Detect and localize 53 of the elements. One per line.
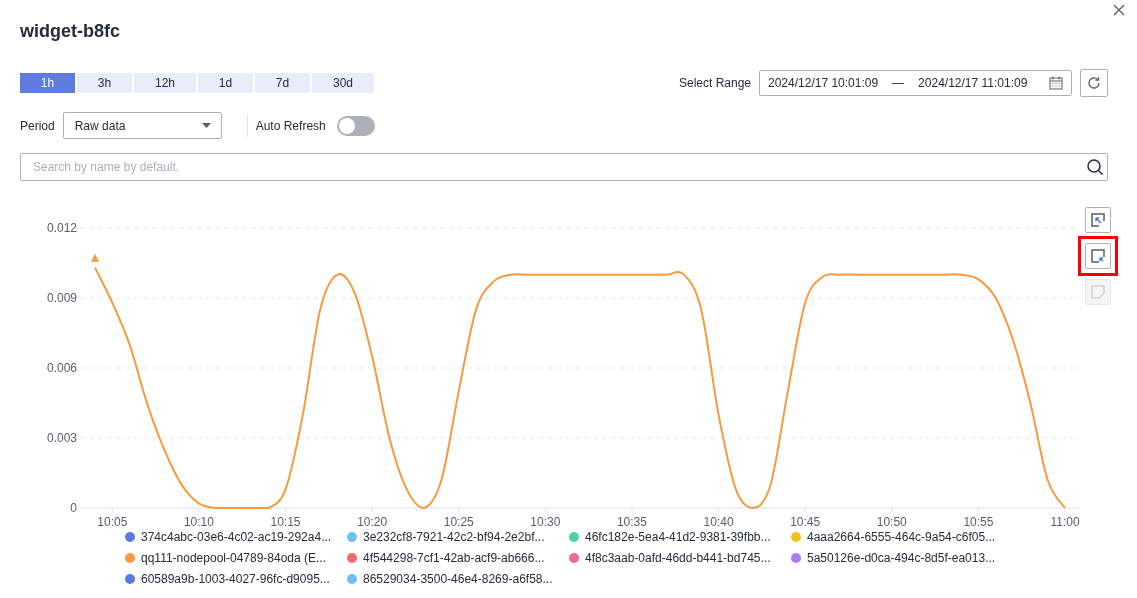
y-axis-label: 0 [70,501,77,515]
range-tab[interactable]: 3h [77,73,132,93]
max-marker-icon [91,253,99,262]
zoom-in-icon [1090,212,1106,228]
legend-label[interactable]: 3e232cf8-7921-42c2-bf94-2e2bf... [363,530,545,544]
close-button[interactable] [1111,2,1127,18]
legend-label[interactable]: 4aaa2664-6555-464c-9a54-c6f05... [807,530,996,544]
x-axis-label: 10:25 [443,515,474,528]
range-tab[interactable]: 30d [312,73,374,93]
x-axis-label: 11:00 [1050,515,1080,528]
x-axis-label: 10:05 [97,515,128,528]
x-axis-label: 10:40 [703,515,734,528]
legend-label[interactable]: 4f8c3aab-0afd-46dd-b441-bd745... [585,551,771,565]
range-tab[interactable]: 12h [134,73,196,93]
chart-tool-button[interactable] [1085,243,1111,269]
range-tab[interactable]: 1d [198,73,253,93]
reset-icon [1090,284,1106,300]
x-axis-label: 10:20 [357,515,388,528]
x-axis-label: 10:35 [616,515,647,528]
chart-tool-button[interactable] [1085,207,1111,233]
legend-label[interactable]: 46fc182e-5ea4-41d2-9381-39fbb... [585,530,771,544]
auto-refresh-label: Auto Refresh [255,118,326,133]
x-axis-label: 10:10 [183,515,214,528]
date-range-field[interactable]: 2024/12/17 10:01:09 — 2024/12/17 11:01:09 [759,70,1072,96]
caret-icon [201,123,211,128]
x-axis-label: 10:15 [270,515,301,528]
auto-refresh-toggle[interactable] [336,115,375,136]
search-field[interactable]: Search by name by default. [20,153,1108,181]
period-select[interactable]: Raw data [62,112,222,139]
x-axis-label: 10:45 [790,515,821,528]
y-axis-label: 0.006 [46,361,77,375]
legend-label[interactable]: 374c4abc-03e6-4c02-ac19-292a4... [141,530,332,544]
legend-label[interactable]: 5a50126e-d0ca-494c-8d5f-ea013... [807,551,996,565]
legend-label[interactable]: 60589a9b-1003-4027-96fc-d9095... [141,572,330,586]
y-axis-label: 0.012 [46,221,77,235]
legend-label[interactable]: 4f544298-7cf1-42ab-acf9-ab666... [363,551,545,565]
x-axis-label: 10:55 [963,515,994,528]
legend-label[interactable]: 86529034-3500-46e4-8269-a6f58... [363,572,553,586]
y-axis-label: 0.003 [46,431,77,445]
range-tab[interactable]: 7d [255,73,310,93]
calendar-icon [1049,76,1063,90]
search-icon [1086,158,1104,176]
legend-label[interactable]: qq111-nodepool-04789-84oda (E... [141,551,327,565]
zoom-out-icon [1090,248,1106,264]
refresh-button[interactable] [1080,69,1108,97]
refresh-icon [1087,76,1101,90]
x-axis-label: 10:30 [530,515,561,528]
dialog-title: widget-b8fc [20,20,121,43]
select-range-label: Select Range [678,76,751,90]
period-label: Period [20,118,55,133]
range-tab[interactable]: 1h [20,73,75,93]
y-axis-label: 0.009 [46,291,77,305]
x-axis-label: 10:50 [876,515,907,528]
